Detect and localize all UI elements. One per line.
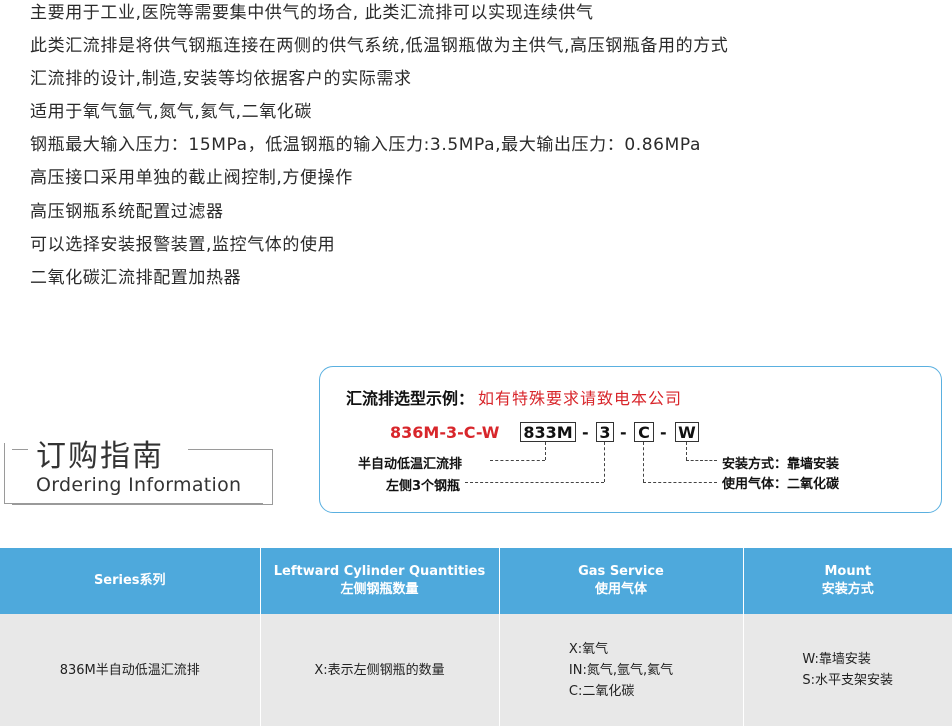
example-title: 汇流排选型示例： 如有特殊要求请致电本公司 bbox=[346, 389, 683, 408]
connector-line bbox=[686, 442, 687, 460]
label-gas: 使用气体：二氧化碳 bbox=[722, 477, 840, 492]
code-separator: - bbox=[620, 423, 627, 442]
code-separator: - bbox=[660, 423, 667, 442]
guide-title-en: Ordering Information bbox=[36, 474, 246, 496]
feature-item: 主要用于工业,医院等需要集中供气的场合, 此类汇流排可以实现连续供气 bbox=[30, 3, 594, 23]
code-qty: 3 bbox=[596, 422, 614, 442]
feature-item: 可以选择安装报警装置,监控气体的使用 bbox=[30, 234, 336, 255]
connector-line bbox=[465, 482, 604, 483]
example-note: 如有特殊要求请致电本公司 bbox=[478, 389, 683, 408]
connector-line bbox=[643, 482, 717, 483]
connector-line bbox=[686, 460, 717, 461]
feature-item: 适用于氧气氩气,氮气,氦气,二氧化碳 bbox=[30, 102, 313, 123]
example-model: 836M-3-C-W bbox=[390, 423, 500, 442]
connector-line bbox=[545, 442, 546, 460]
header-gas: Gas Service 使用气体 bbox=[499, 548, 744, 614]
code-series: 833M bbox=[520, 422, 576, 442]
code-mount: W bbox=[675, 422, 699, 442]
feature-item: 高压钢瓶系统配置过滤器 bbox=[30, 201, 224, 222]
code-separator: - bbox=[582, 423, 589, 442]
ordering-guide-heading: 订购指南 Ordering Information bbox=[4, 427, 273, 505]
table-header-row: Series系列 Leftward Cylinder Quantities 左侧钢… bbox=[0, 548, 952, 614]
ordering-table: Series系列 Leftward Cylinder Quantities 左侧钢… bbox=[0, 548, 952, 726]
cell-series: 836M半自动低温汇流排 bbox=[0, 614, 261, 726]
header-qty: Leftward Cylinder Quantities 左侧钢瓶数量 bbox=[260, 548, 500, 614]
feature-item: 钢瓶最大输入压力：15MPa，低温钢瓶的输入压力:3.5MPa,最大输出压力：0… bbox=[30, 135, 701, 156]
connector-line bbox=[604, 442, 605, 482]
connector-line bbox=[490, 460, 545, 461]
feature-item: 高压接口采用单独的截止阀控制,方便操作 bbox=[30, 168, 353, 189]
code-gas: C bbox=[634, 422, 654, 442]
feature-item: 汇流排的设计,制造,安装等均依据客户的实际需求 bbox=[30, 69, 412, 90]
feature-item: 此类汇流排是将供气钢瓶连接在两侧的供气系统,低温钢瓶做为主供气,高压钢瓶备用的方… bbox=[30, 36, 729, 57]
feature-item: 二氧化碳汇流排配置加热器 bbox=[30, 267, 242, 288]
label-qty: 左侧3个钢瓶 bbox=[386, 479, 461, 494]
label-series: 半自动低温汇流排 bbox=[358, 457, 463, 472]
connector-line bbox=[643, 442, 644, 482]
cell-qty: X:表示左侧钢瓶的数量 bbox=[260, 614, 500, 726]
header-mount: Mount 安装方式 bbox=[743, 548, 952, 614]
guide-title-cn: 订购指南 bbox=[36, 439, 164, 474]
cell-mount: W:靠墙安装 S:水平支架安装 bbox=[743, 614, 952, 726]
feature-list: 主要用于工业,医院等需要集中供气的场合, 此类汇流排可以实现连续供气 此类汇流排… bbox=[30, 0, 728, 295]
cell-gas: X:氧气 IN:氮气,氩气,氦气 C:二氧化碳 bbox=[499, 614, 744, 726]
selection-example-box: 汇流排选型示例： 如有特殊要求请致电本公司 836M-3-C-W 833M - 3… bbox=[319, 366, 942, 513]
label-mount: 安装方式：靠墙安装 bbox=[722, 457, 840, 472]
header-series: Series系列 bbox=[0, 548, 261, 614]
table-row: 836M半自动低温汇流排 X:表示左侧钢瓶的数量 X:氧气 IN:氮气,氩气,氦… bbox=[0, 614, 952, 726]
